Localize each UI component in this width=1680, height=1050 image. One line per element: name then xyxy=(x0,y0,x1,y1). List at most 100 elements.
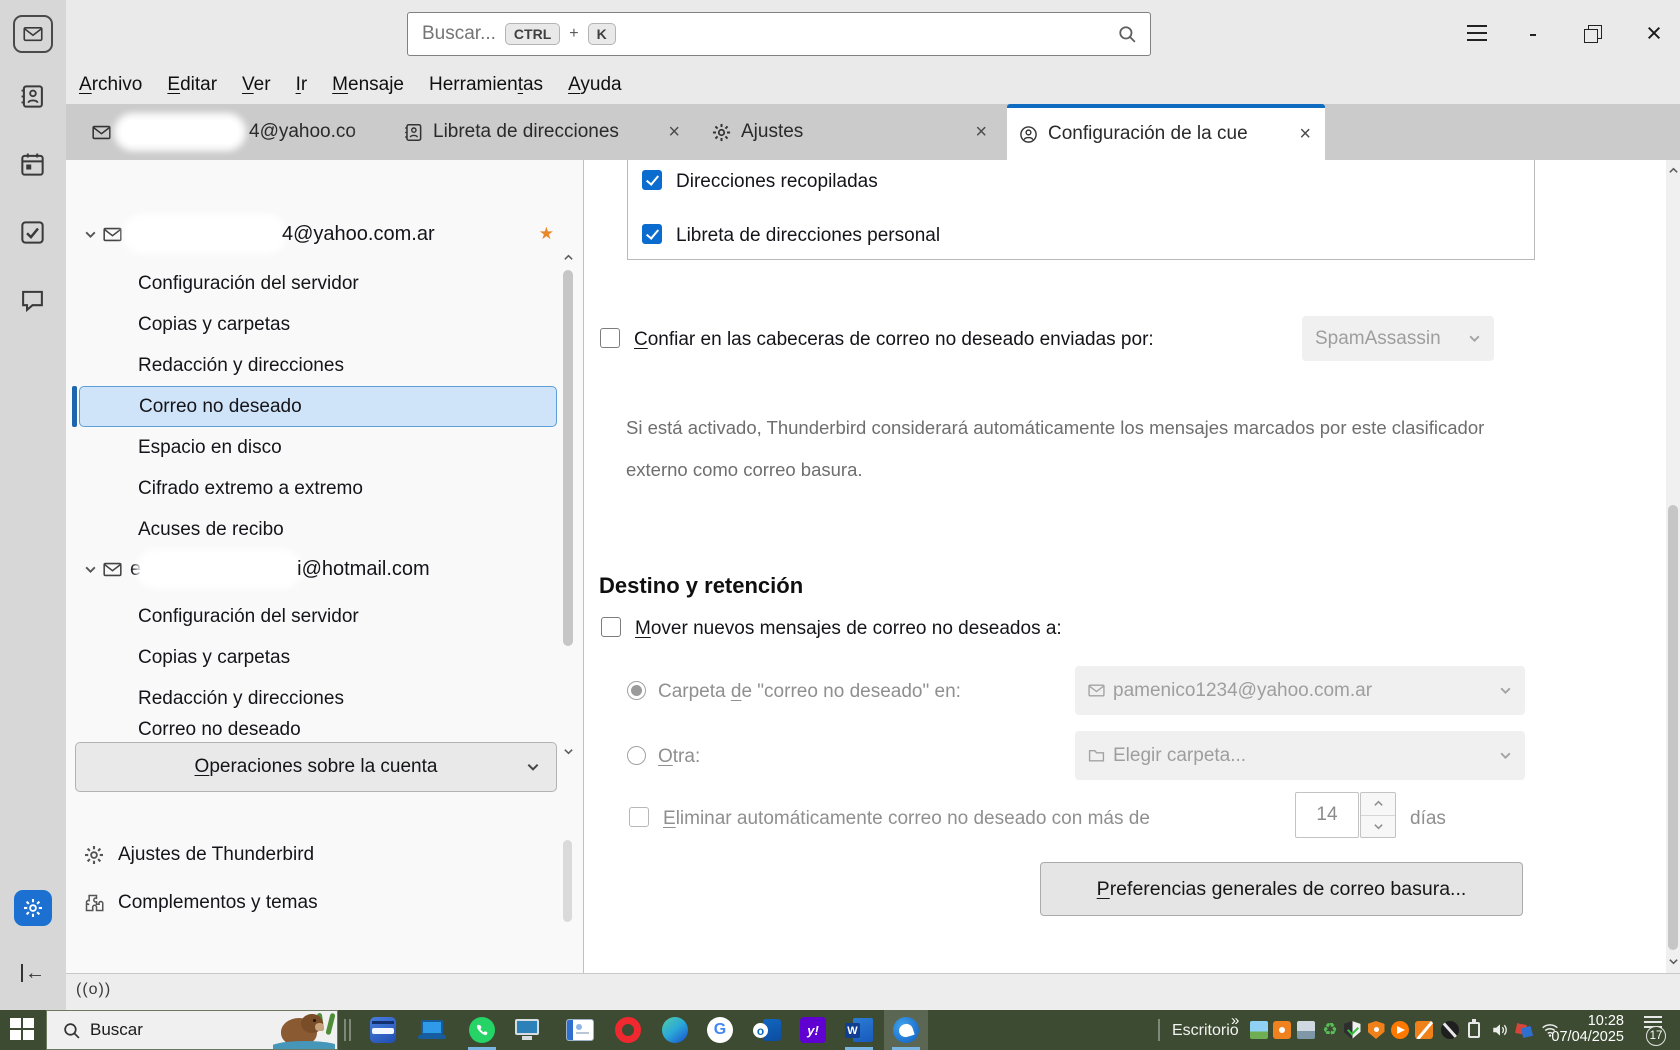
main-scrollbar-track[interactable] xyxy=(1666,160,1680,973)
menu-archivo[interactable]: Archivo xyxy=(79,74,142,96)
status-bar: ((o)) xyxy=(66,973,1680,1010)
tasks-space-button[interactable] xyxy=(20,220,45,245)
splitter-grip[interactable] xyxy=(563,840,572,922)
tab-address-book-label: Libreta de direcciones xyxy=(433,121,619,142)
taskbar-thunderbird-icon[interactable] xyxy=(884,1010,928,1050)
taskbar-word-icon[interactable]: W xyxy=(837,1010,881,1050)
libreta-personal-checkbox[interactable] xyxy=(642,224,662,244)
close-tab-icon[interactable]: × xyxy=(973,121,989,144)
taskbar-monitor-app-icon[interactable] xyxy=(505,1010,549,1050)
trust-explanation-text: Si está activado, Thunderbird considerar… xyxy=(626,416,1485,480)
tree-item-redaccion-yahoo[interactable]: Redacción y direcciones xyxy=(138,345,578,386)
menu-ayuda[interactable]: Ayuda xyxy=(568,74,622,96)
tray-overflow-button[interactable]: » xyxy=(1231,1012,1239,1029)
tree-item-copias-yahoo[interactable]: Copias y carpetas xyxy=(138,304,578,345)
auto-delete-checkbox[interactable] xyxy=(629,807,649,827)
settings-space-button[interactable] xyxy=(14,890,52,926)
app-menu-button[interactable] xyxy=(1466,24,1488,42)
tray-orange-app-icon[interactable] xyxy=(1273,1021,1291,1039)
main-scroll-up-button[interactable] xyxy=(1667,164,1679,176)
taskbar-outlook-icon[interactable]: o xyxy=(745,1010,789,1050)
taskbar-search-input[interactable]: Buscar xyxy=(46,1010,338,1050)
addons-themes-link[interactable]: Complementos y temas xyxy=(84,892,318,914)
taskbar-laptop-app-icon[interactable] xyxy=(410,1010,454,1050)
address-book-space-button[interactable] xyxy=(20,84,45,109)
tree-item-acuses-yahoo[interactable]: Acuses de recibo xyxy=(138,509,578,550)
taskbar-google-icon[interactable]: G xyxy=(698,1010,742,1050)
taskbar-edge-icon[interactable] xyxy=(653,1010,697,1050)
tab-address-book[interactable]: Libreta de direcciones × xyxy=(392,104,694,160)
menu-ir[interactable]: Ir xyxy=(296,74,308,96)
taskbar-clock[interactable]: 10:28 07/04/2025 xyxy=(1540,1013,1624,1045)
account-row-yahoo[interactable]: 4@yahoo.com.ar ★ xyxy=(72,214,572,254)
stepper-up-button[interactable] xyxy=(1361,793,1395,816)
menu-mensaje[interactable]: Mensaje xyxy=(332,74,404,96)
restore-button[interactable] xyxy=(1584,25,1602,43)
tray-photos-icon[interactable] xyxy=(1250,1021,1268,1039)
redacted-email-blur xyxy=(121,120,239,144)
tray-orange-tool-icon[interactable] xyxy=(1415,1021,1433,1039)
tree-item-espacio-yahoo[interactable]: Espacio en disco xyxy=(138,427,578,468)
account-actions-button[interactable]: Operaciones sobre la cuenta xyxy=(75,742,557,792)
global-search-input[interactable]: Buscar... CTRL + K xyxy=(407,12,1151,56)
tree-item-redaccion-hotmail[interactable]: Redacción y direcciones xyxy=(138,678,578,719)
tab-account-settings[interactable]: Configuración de la cue × xyxy=(1007,104,1325,160)
direcciones-recopiladas-checkbox[interactable] xyxy=(642,170,662,190)
minimize-button[interactable] xyxy=(1524,33,1542,36)
plus-separator: + xyxy=(569,25,579,42)
tray-avast-icon[interactable] xyxy=(1391,1021,1409,1039)
tree-item-copias-hotmail[interactable]: Copias y carpetas xyxy=(138,637,578,678)
trust-headers-checkbox[interactable] xyxy=(600,328,620,348)
tree-item-correo-no-deseado-yahoo-selected[interactable]: Correo no deseado xyxy=(79,386,557,427)
gear-icon xyxy=(712,123,731,142)
taskbar-contacts-app-icon[interactable] xyxy=(558,1010,602,1050)
calendar-space-button[interactable] xyxy=(20,152,45,177)
tab-mail[interactable]: 4@yahoo.co xyxy=(80,104,386,160)
menu-herramientas[interactable]: Herramientas xyxy=(429,74,543,96)
menu-ver[interactable]: Ver xyxy=(242,74,271,96)
account-row-hotmail[interactable]: e i@hotmail.com xyxy=(72,549,572,589)
sidebar-scroll-down-button[interactable] xyxy=(561,744,575,758)
menu-editar[interactable]: Editar xyxy=(167,74,217,96)
close-tab-icon[interactable]: × xyxy=(666,121,682,144)
other-folder-radio[interactable] xyxy=(627,746,646,765)
tab-ajustes[interactable]: Ajustes × xyxy=(700,104,1001,160)
taskbar-opera-icon[interactable] xyxy=(606,1010,650,1050)
tray-defender-shield-icon[interactable] xyxy=(1343,1021,1361,1039)
main-scrollbar-thumb[interactable] xyxy=(1668,505,1678,950)
sidebar-scrollbar-thumb[interactable] xyxy=(563,270,573,646)
tree-item-servidor-yahoo[interactable]: Configuración del servidor xyxy=(138,263,578,304)
tray-volume-icon[interactable] xyxy=(1491,1021,1509,1039)
mail-icon xyxy=(23,24,43,44)
tray-usb-icon[interactable] xyxy=(1465,1019,1483,1039)
retention-days-input[interactable]: 14 xyxy=(1295,792,1359,838)
tray-satellite-icon[interactable] xyxy=(1441,1021,1459,1039)
global-junk-prefs-button[interactable]: Preferencias generales de correo basura.… xyxy=(1040,862,1523,916)
start-button[interactable] xyxy=(10,1018,36,1042)
tree-item-correo-no-deseado-hotmail-clipped[interactable]: Correo no deseado xyxy=(138,719,578,742)
taskbar-yahoo-icon[interactable]: y! xyxy=(791,1010,835,1050)
tree-item-servidor-hotmail[interactable]: Configuración del servidor xyxy=(138,596,578,637)
chat-space-button[interactable] xyxy=(20,288,45,313)
stepper-down-button[interactable] xyxy=(1361,816,1395,838)
close-window-button[interactable]: × xyxy=(1639,17,1669,49)
thunderbird-settings-link[interactable]: Ajustes de Thunderbird xyxy=(84,844,314,866)
sidebar-scroll-up-button[interactable] xyxy=(561,250,575,264)
junk-settings-panel: Direcciones recopiladas Libreta de direc… xyxy=(584,160,1680,973)
mail-space-button[interactable] xyxy=(13,15,53,53)
tray-display-icon[interactable] xyxy=(1297,1021,1315,1039)
notification-center-button[interactable]: 17 xyxy=(1638,1014,1672,1048)
close-tab-icon[interactable]: × xyxy=(1297,123,1313,146)
tray-orange-shield-icon[interactable] xyxy=(1367,1021,1385,1039)
tray-sync-icon[interactable]: ♻ xyxy=(1321,1020,1339,1039)
taskbar-whatsapp-icon[interactable] xyxy=(460,1010,504,1050)
desktop-peek-button[interactable]: Escritorio xyxy=(1172,1022,1239,1040)
collapse-spaces-button[interactable]: ← xyxy=(16,960,50,986)
tree-item-cifrado-yahoo[interactable]: Cifrado extremo a extremo xyxy=(138,468,578,509)
tray-tools-icon[interactable] xyxy=(1515,1021,1534,1039)
move-junk-checkbox[interactable] xyxy=(601,617,621,637)
taskbar-scanner-app-icon[interactable] xyxy=(361,1010,405,1050)
main-scroll-down-button[interactable] xyxy=(1667,955,1679,967)
notification-count-badge: 17 xyxy=(1646,1026,1666,1046)
junk-folder-radio[interactable] xyxy=(627,681,646,700)
